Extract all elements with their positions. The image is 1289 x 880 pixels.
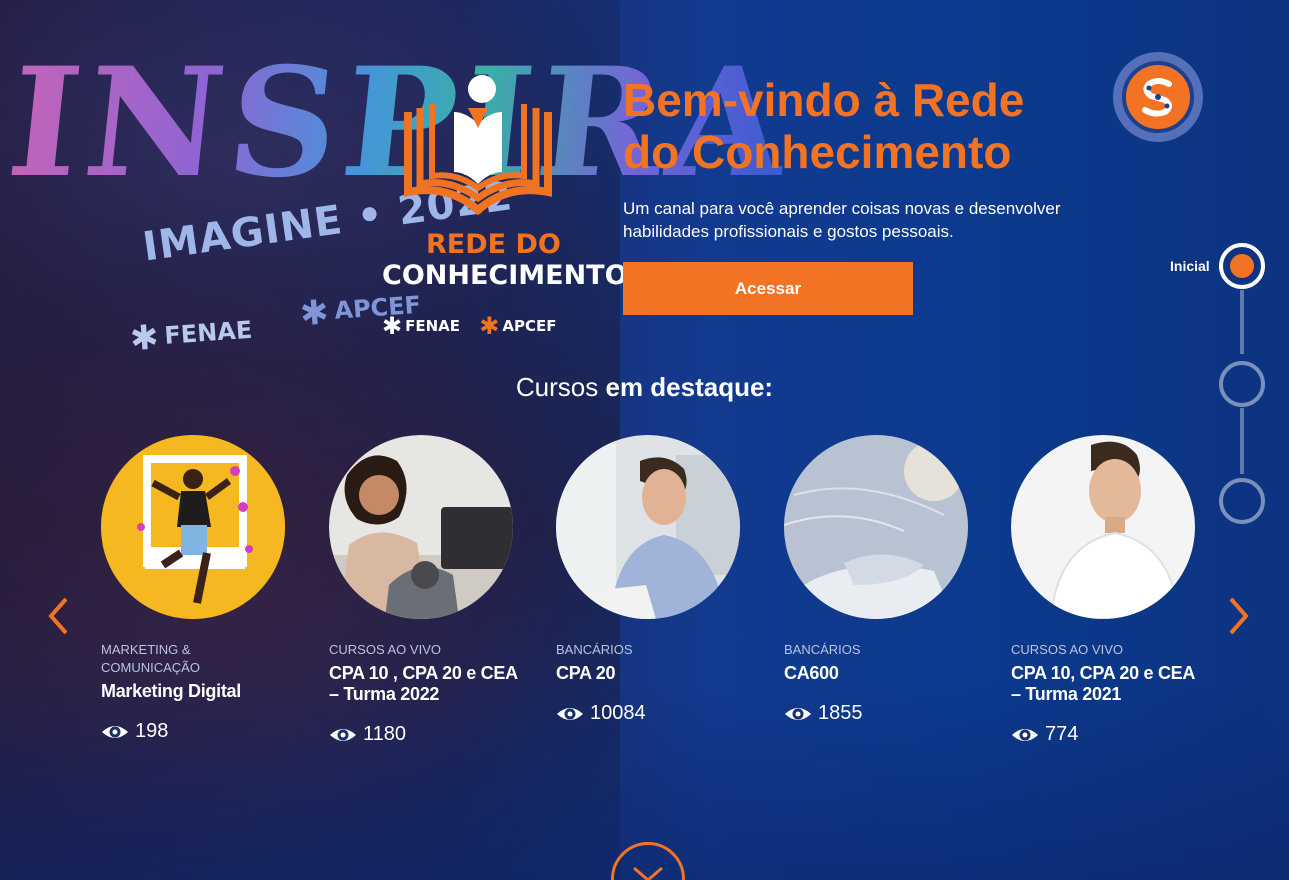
course-card[interactable]: MARKETING & COMUNICAÇÃO Marketing Digita… (101, 435, 291, 743)
course-thumbnail-ca600[interactable] (784, 435, 968, 619)
course-card[interactable]: CURSOS AO VIVO CPA 10 , CPA 20 e CEA – T… (329, 435, 519, 746)
course-views-count: 1180 (363, 723, 407, 745)
featured-heading-strong: em destaque: (605, 372, 774, 402)
nav-dot-3[interactable] (1219, 478, 1265, 524)
logo-line-2: CONHECIMENTO (382, 260, 628, 291)
brand-badge[interactable] (1113, 52, 1203, 142)
course-card[interactable]: BANCÁRIOS CA600 1855 (784, 435, 974, 725)
course-image-ca600 (784, 435, 968, 619)
fenae-mark-icon: ✱ (128, 317, 160, 360)
course-category: CURSOS AO VIVO (329, 642, 441, 657)
course-views-count: 198 (135, 720, 169, 742)
nav-connector (1240, 408, 1244, 474)
chevron-left-icon (48, 597, 68, 635)
course-views: 1855 (784, 702, 974, 725)
course-title[interactable]: CPA 10, CPA 20 e CEA – Turma 2021 (1011, 663, 1201, 705)
chevron-down-icon (633, 866, 663, 880)
carousel-prev-button[interactable] (44, 594, 72, 638)
course-image-marketing (101, 435, 285, 619)
access-button[interactable]: Acessar (623, 262, 913, 315)
course-title[interactable]: CA600 (784, 663, 974, 684)
apcef-mark-icon: ✱ (298, 292, 330, 335)
course-card[interactable]: BANCÁRIOS CPA 20 10084 (556, 435, 746, 725)
eye-icon (557, 707, 583, 720)
course-views: 1180 (329, 723, 519, 746)
course-title[interactable]: Marketing Digital (101, 681, 291, 702)
chevron-right-icon (1229, 597, 1249, 635)
brand-badge-inner (1122, 61, 1194, 133)
event-artwork-fenae: ✱ FENAE (129, 311, 254, 359)
logo-partner-apcef: APCEF (502, 317, 557, 335)
course-thumbnail-marketing[interactable] (101, 435, 285, 619)
eye-icon (785, 707, 811, 720)
course-thumbnail-cpa-2022[interactable] (329, 435, 513, 619)
course-views: 774 (1011, 723, 1201, 746)
eye-icon (1012, 728, 1038, 741)
course-category: BANCÁRIOS (556, 642, 633, 657)
course-title[interactable]: CPA 10 , CPA 20 e CEA – Turma 2022 (329, 663, 519, 705)
logo-line-1: REDE DO (426, 229, 561, 260)
book-person-icon (404, 75, 552, 216)
nav-label-inicial: Inicial (1170, 258, 1210, 274)
apcef-star-icon: ✱ (479, 312, 500, 340)
carousel-next-button[interactable] (1225, 594, 1253, 638)
featured-heading-light: Cursos (515, 372, 606, 402)
hero-subtitle: Um canal para você aprender coisas novas… (623, 199, 1061, 241)
course-views-count: 1855 (818, 702, 863, 724)
logo-partner-fenae: FENAE (405, 317, 461, 335)
event-artwork-fenae-text: FENAE (163, 315, 254, 350)
fenae-star-icon: ✱ (382, 312, 403, 340)
course-category: CURSOS AO VIVO (1011, 642, 1123, 657)
course-views-count: 774 (1045, 723, 1079, 745)
course-image-cpa-20 (556, 435, 740, 619)
course-image-cpa-2022 (329, 435, 513, 619)
eye-icon (330, 728, 356, 741)
brand-s-icon (1142, 78, 1172, 117)
course-category: BANCÁRIOS (784, 642, 861, 657)
course-card[interactable]: CURSOS AO VIVO CPA 10, CPA 20 e CEA – Tu… (1011, 435, 1201, 746)
featured-courses-heading: Cursos em destaque: (0, 372, 1289, 403)
course-category: MARKETING & COMUNICAÇÃO (101, 642, 200, 675)
course-views: 198 (101, 720, 291, 743)
rede-do-conhecimento-logo: REDE DO CONHECIMENTO ✱ FENAE ✱ APCEF (378, 72, 628, 342)
hero-title: Bem-vindo à Rede do Conhecimento (623, 74, 1025, 178)
course-views-count: 10084 (590, 702, 646, 724)
logo-partners: ✱ FENAE ✱ APCEF (382, 312, 556, 340)
course-image-cpa-2021 (1011, 435, 1195, 619)
course-views: 10084 (556, 702, 746, 725)
eye-icon (102, 725, 128, 738)
nav-dot-inicial[interactable] (1219, 243, 1265, 289)
course-thumbnail-cpa-20[interactable] (556, 435, 740, 619)
nav-connector (1240, 290, 1244, 354)
course-thumbnail-cpa-2021[interactable] (1011, 435, 1195, 619)
course-title[interactable]: CPA 20 (556, 663, 746, 684)
